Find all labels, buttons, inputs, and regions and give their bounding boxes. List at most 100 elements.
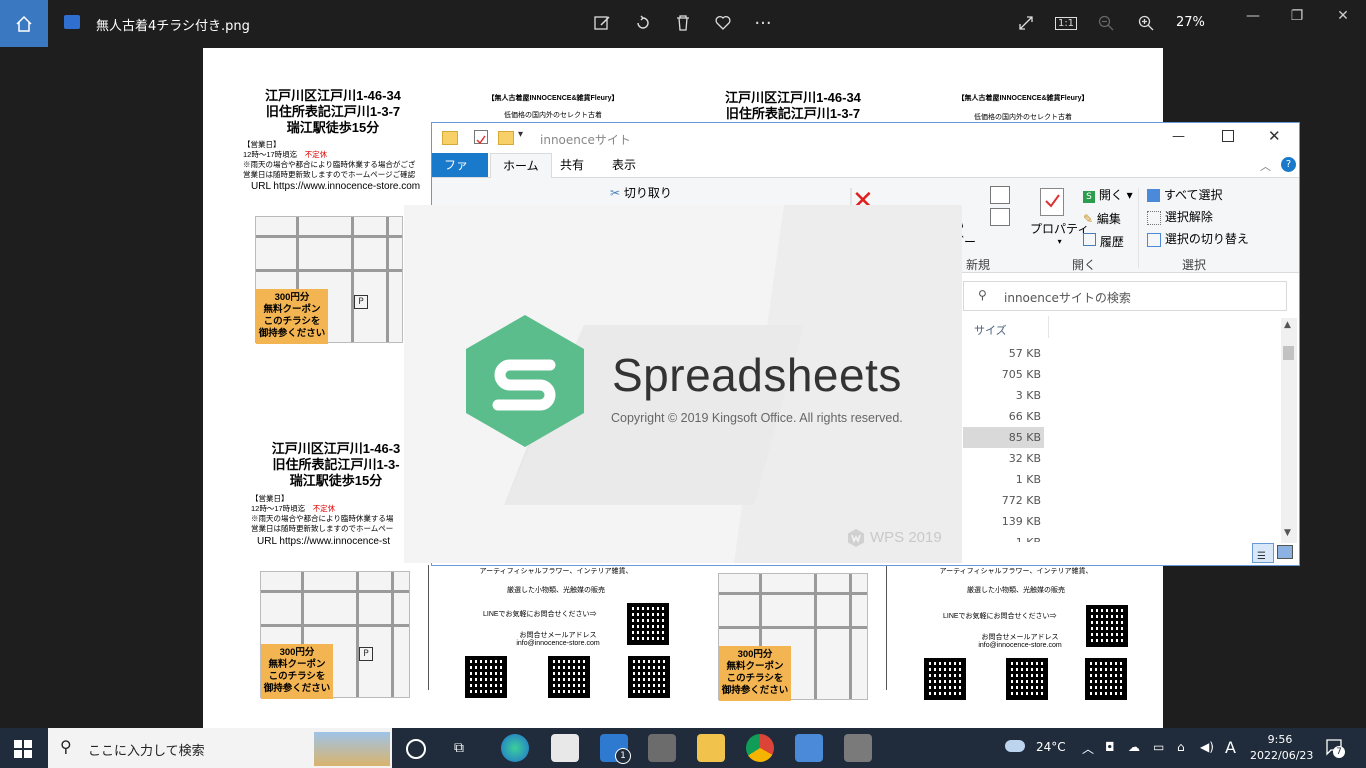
explorer-close-button[interactable]: ✕ bbox=[1268, 127, 1281, 145]
tab-view[interactable]: 表示 bbox=[600, 153, 648, 177]
clock-date: 2022/06/23 bbox=[1250, 749, 1314, 762]
properties-button[interactable]: プロパティ ▾ bbox=[1030, 220, 1089, 246]
photos-app-icon[interactable] bbox=[795, 734, 823, 762]
goods-text: 厳選した小物類、光触媒の販売 bbox=[507, 587, 605, 594]
explorer-maximize-button[interactable] bbox=[1222, 130, 1234, 142]
edit-icon bbox=[594, 16, 610, 30]
file-size[interactable]: 3 KB bbox=[971, 389, 1041, 402]
task-view-button[interactable]: ⧉ bbox=[454, 740, 464, 756]
flyer-address-2: 江戸川区江戸川1-46-34 旧住所表記江戸川1-3-7 bbox=[703, 90, 883, 122]
close-button[interactable]: ✕ bbox=[1320, 8, 1366, 28]
scroll-down-icon[interactable]: ▼ bbox=[1284, 528, 1291, 538]
more-button[interactable]: ··· bbox=[752, 12, 774, 34]
actual-size-button[interactable]: 1:1 bbox=[1054, 12, 1078, 34]
volume-icon[interactable]: ◀) bbox=[1200, 740, 1214, 754]
tab-home[interactable]: ホーム bbox=[490, 153, 552, 178]
select-all-button[interactable]: すべて選択 bbox=[1147, 186, 1223, 203]
properties-quick-icon[interactable] bbox=[474, 130, 488, 145]
instagram-qr-code bbox=[628, 656, 670, 698]
battery-icon[interactable]: ▭ bbox=[1153, 740, 1164, 754]
invert-selection-button[interactable]: 選択の切り替え bbox=[1147, 230, 1249, 247]
file-size[interactable]: 139 KB bbox=[971, 515, 1041, 528]
new-folder-quick-icon[interactable] bbox=[498, 131, 514, 145]
scroll-up-icon[interactable]: ▲ bbox=[1284, 320, 1291, 330]
onedrive-icon[interactable]: ☁ bbox=[1128, 740, 1140, 754]
rotate-button[interactable] bbox=[632, 12, 654, 34]
taskbar-search-box[interactable]: ⚲ ここに入力して検索 bbox=[48, 728, 392, 768]
coupon-text: このチラシを bbox=[268, 671, 326, 682]
coupon-text: 300円分 bbox=[274, 292, 310, 303]
cortana-button[interactable] bbox=[406, 739, 426, 759]
zoom-level[interactable]: 27% bbox=[1176, 15, 1205, 30]
cut-button[interactable]: ✂ 切り取り bbox=[610, 184, 672, 201]
open-button[interactable]: S 開く ▾ bbox=[1083, 186, 1133, 203]
new-item-icon[interactable] bbox=[990, 186, 1010, 204]
edge-app-icon[interactable] bbox=[501, 734, 529, 762]
file-size[interactable]: 32 KB bbox=[971, 452, 1041, 465]
file-size[interactable]: 772 KB bbox=[971, 494, 1041, 507]
file-explorer-app-icon[interactable] bbox=[697, 734, 725, 762]
flower-text-2: アーティフィシャルフラワー、インテリア雑貨、 bbox=[939, 568, 1093, 575]
vertical-scrollbar[interactable]: ▲ ▼ bbox=[1281, 318, 1297, 543]
scrollbar-thumb[interactable] bbox=[1283, 346, 1294, 360]
shop-description: 低価格の国内外のセレクト古着 bbox=[504, 112, 602, 119]
easy-access-icon[interactable] bbox=[990, 208, 1010, 226]
edit-button[interactable]: ✎ 編集 bbox=[1083, 210, 1121, 227]
notification-center-button[interactable]: 7 bbox=[1325, 738, 1345, 758]
calculator-app-icon[interactable] bbox=[648, 734, 676, 762]
zoom-in-button[interactable] bbox=[1135, 12, 1157, 34]
weather-temperature[interactable]: 24°C bbox=[1036, 740, 1066, 754]
camera-icon[interactable]: ◘ bbox=[1105, 740, 1115, 754]
explorer-minimize-button[interactable]: — bbox=[1172, 129, 1185, 144]
quick-access-dropdown-icon[interactable]: ▾ bbox=[518, 129, 523, 140]
clock[interactable]: 9:56 2022/06/23 bbox=[1250, 732, 1314, 764]
tab-share[interactable]: 共有 bbox=[548, 153, 596, 177]
large-icons-view-button[interactable] bbox=[1277, 545, 1293, 559]
file-size[interactable]: 1 KB bbox=[971, 473, 1041, 486]
select-none-button[interactable]: 選択解除 bbox=[1147, 208, 1213, 225]
wps-app-icon[interactable] bbox=[844, 734, 872, 762]
start-button[interactable] bbox=[14, 740, 32, 762]
address-line: 江戸川区江戸川1-46-34 bbox=[725, 90, 861, 105]
ime-indicator[interactable]: A bbox=[1225, 738, 1236, 757]
details-view-button[interactable]: ☰ bbox=[1252, 543, 1274, 563]
search-input[interactable]: ⚲ innoenceサイトの検索 bbox=[963, 281, 1287, 311]
file-size[interactable]: 57 KB bbox=[971, 347, 1041, 360]
help-icon[interactable]: ? bbox=[1281, 157, 1296, 172]
collapse-ribbon-icon[interactable]: ︿ bbox=[1260, 158, 1271, 174]
weather-cloud-icon[interactable] bbox=[1005, 740, 1025, 752]
tab-file[interactable]: ファイル bbox=[432, 153, 488, 196]
column-header-size[interactable]: サイズ bbox=[966, 316, 1049, 338]
history-button[interactable]: 履歴 bbox=[1083, 233, 1124, 250]
mail-app-icon[interactable]: 1 bbox=[600, 734, 631, 764]
search-highlight-image bbox=[314, 732, 390, 766]
edit-image-button[interactable] bbox=[591, 12, 613, 34]
file-size[interactable]: 66 KB bbox=[971, 410, 1041, 423]
restore-button[interactable]: ❐ bbox=[1274, 8, 1320, 28]
delete-button[interactable] bbox=[672, 12, 694, 34]
group-open: 開く bbox=[1072, 258, 1097, 272]
file-size[interactable]: 705 KB bbox=[971, 368, 1041, 381]
shop-heading: 【無人古着屋INNOCENCE&雑貨Fleury】 bbox=[487, 95, 619, 102]
flyer-hours-3: 【営業日】 12時～17時頃迄 不定休 ※雨天の場合や都合により臨時休業する場 … bbox=[251, 494, 403, 534]
store-app-icon[interactable] bbox=[551, 734, 579, 762]
fullscreen-button[interactable] bbox=[1015, 12, 1037, 34]
coupon-text: 無料クーポン bbox=[726, 661, 784, 672]
network-icon[interactable]: ⌂ bbox=[1177, 740, 1185, 754]
tray-expand-icon[interactable]: ︿ bbox=[1082, 740, 1094, 757]
line-contact-text: LINEでお気軽にお問合せください⇒ bbox=[483, 611, 597, 618]
minimize-button[interactable]: — bbox=[1230, 8, 1276, 28]
file-size-selected[interactable]: 85 KB bbox=[971, 431, 1041, 444]
edit-pencil-icon: ✎ bbox=[1083, 212, 1094, 226]
zoom-out-button[interactable] bbox=[1095, 12, 1117, 34]
file-size[interactable]: 1 KB bbox=[971, 536, 1041, 542]
search-icon: ⚲ bbox=[60, 737, 72, 756]
explorer-titlebar[interactable]: ▾ innoenceサイト — ✕ bbox=[432, 123, 1299, 153]
chrome-app-icon[interactable] bbox=[746, 734, 774, 762]
flower-text: アーティフィシャルフラワー、インテリア雑貨、 bbox=[479, 568, 633, 575]
home-button[interactable] bbox=[0, 0, 48, 47]
favorite-button[interactable] bbox=[712, 12, 734, 34]
coupon-text: 無料クーポン bbox=[263, 304, 321, 315]
parking-icon: P bbox=[359, 647, 373, 661]
goods-text-2: 厳選した小物類、光触媒の販売 bbox=[967, 587, 1065, 594]
